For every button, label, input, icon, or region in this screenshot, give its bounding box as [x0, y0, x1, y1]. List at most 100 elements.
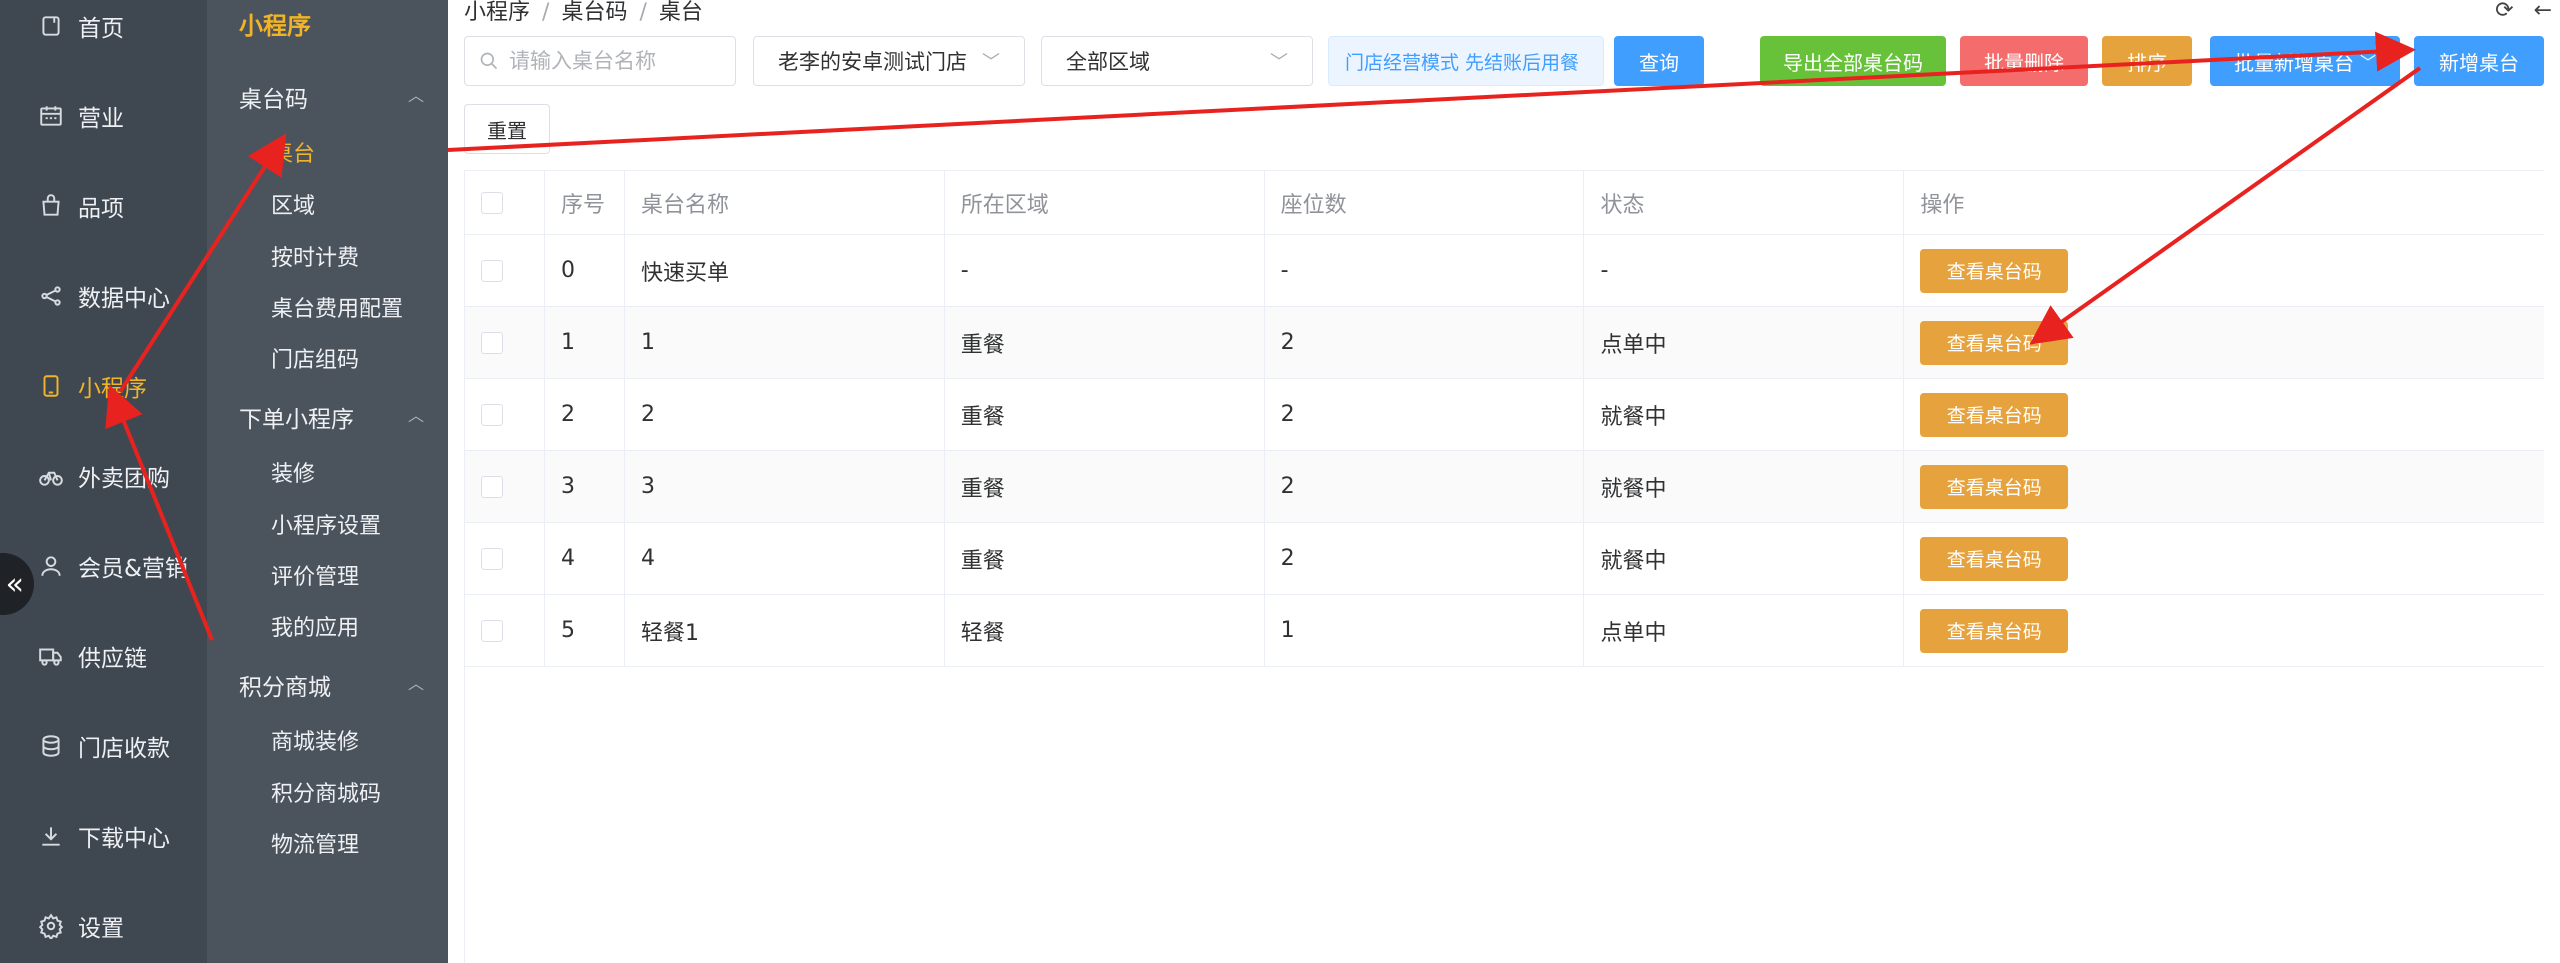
subnav-item-table[interactable]: 桌台	[271, 136, 315, 168]
user-icon	[36, 551, 66, 581]
nav-item-supply-chain[interactable]: 供应链	[36, 636, 147, 676]
header-select-all	[465, 171, 545, 234]
nav-item-products[interactable]: 品项	[36, 186, 124, 226]
download-icon	[36, 821, 66, 851]
collapse-sidebar-button[interactable]: «	[0, 553, 34, 615]
cell-no: 1	[545, 307, 625, 378]
view-table-code-button[interactable]: 查看桌台码	[1920, 608, 2069, 653]
table-row: 2 2 重餐 2 就餐中 查看桌台码	[465, 379, 2544, 451]
row-checkbox[interactable]	[481, 475, 503, 498]
row-checkbox[interactable]	[481, 619, 503, 642]
cell-seats: 2	[1265, 523, 1585, 594]
bag-icon	[36, 191, 66, 221]
cell-name: 4	[625, 523, 945, 594]
cell-seats: 2	[1265, 307, 1585, 378]
nav-item-download[interactable]: 下载中心	[36, 816, 170, 856]
truck-icon	[36, 641, 66, 671]
subnav-item-mall-decoration[interactable]: 商城装修	[271, 724, 359, 756]
cell-seats: 2	[1265, 379, 1585, 450]
view-table-code-button[interactable]: 查看桌台码	[1920, 320, 2069, 365]
row-checkbox[interactable]	[481, 547, 503, 570]
subnav-group-label: 下单小程序	[239, 407, 354, 433]
nav-item-label: 会员&营销	[78, 556, 188, 582]
cell-area: 重餐	[945, 379, 1265, 450]
database-icon	[36, 731, 66, 761]
subnav-item-points-mall-code[interactable]: 积分商城码	[271, 776, 381, 808]
tables-table: 序号 桌台名称 所在区域 座位数 状态 操作 0 快速买单 - - - 查看桌台…	[464, 170, 2544, 667]
share-icon	[36, 281, 66, 311]
column-header: 状态	[1584, 171, 1905, 234]
view-table-code-button[interactable]: 查看桌台码	[1920, 464, 2069, 509]
cell-name: 2	[625, 379, 945, 450]
cell-status: 点单中	[1584, 595, 1905, 666]
column-header: 座位数	[1265, 171, 1585, 234]
chevron-up-icon: ︿	[407, 86, 424, 105]
main-sidebar: 首页 营业 品项 数据中心 小程序 外卖团购 会员&营销 供应链 门店收款 下载…	[0, 0, 207, 963]
nav-item-label: 小程序	[78, 376, 147, 402]
cell-name: 轻餐1	[625, 595, 945, 666]
select-all-checkbox[interactable]	[481, 191, 503, 214]
gear-icon	[36, 911, 66, 941]
sub-sidebar: 小程序 桌台码 ︿ 桌台 区域 按时计费 桌台费用配置 门店组码 下单小程序 ︿…	[207, 0, 448, 963]
nav-item-label: 供应链	[78, 646, 147, 672]
table-row: 0 快速买单 - - - 查看桌台码	[465, 235, 2544, 307]
subnav-item-area[interactable]: 区域	[271, 188, 315, 220]
nav-item-label: 首页	[78, 16, 124, 42]
table-row: 4 4 重餐 2 就餐中 查看桌台码	[465, 523, 2544, 595]
bike-icon	[36, 461, 66, 491]
nav-item-miniprogram[interactable]: 小程序	[36, 366, 147, 406]
subnav-group-points-mall[interactable]: 积分商城	[239, 668, 331, 702]
subnav-item-my-apps[interactable]: 我的应用	[271, 610, 359, 642]
table-header-row: 序号 桌台名称 所在区域 座位数 状态 操作	[465, 171, 2544, 235]
subnav-item-logistics[interactable]: 物流管理	[271, 827, 359, 859]
nav-item-label: 下载中心	[78, 826, 170, 852]
cell-name: 快速买单	[625, 235, 945, 306]
subnav-title: 小程序	[239, 12, 311, 40]
subnav-item-reviews[interactable]: 评价管理	[271, 559, 359, 591]
nav-item-label: 设置	[78, 916, 124, 942]
tablet-icon	[36, 371, 66, 401]
chevron-up-icon: ︿	[407, 406, 424, 425]
subnav-group-label: 积分商城	[239, 675, 331, 701]
cell-no: 4	[545, 523, 625, 594]
nav-item-members[interactable]: 会员&营销	[36, 546, 188, 586]
table-area: 序号 桌台名称 所在区域 座位数 状态 操作 0 快速买单 - - - 查看桌台…	[448, 0, 2560, 963]
subnav-item-store-group-code[interactable]: 门店组码	[271, 342, 359, 374]
table-row: 1 1 重餐 2 点单中 查看桌台码	[465, 307, 2544, 379]
nav-item-delivery[interactable]: 外卖团购	[36, 456, 170, 496]
cell-area: 轻餐	[945, 595, 1265, 666]
cell-no: 0	[545, 235, 625, 306]
row-checkbox[interactable]	[481, 331, 503, 354]
nav-item-label: 品项	[78, 196, 124, 222]
subnav-group-table-code[interactable]: 桌台码	[239, 80, 308, 114]
table-row: 3 3 重餐 2 就餐中 查看桌台码	[465, 451, 2544, 523]
column-header: 桌台名称	[625, 171, 945, 234]
cell-status: 点单中	[1584, 307, 1905, 378]
nav-item-label: 门店收款	[78, 736, 170, 762]
nav-item-settings[interactable]: 设置	[36, 906, 124, 946]
view-table-code-button[interactable]: 查看桌台码	[1920, 536, 2069, 581]
view-table-code-button[interactable]: 查看桌台码	[1920, 392, 2069, 437]
home-icon	[36, 11, 66, 41]
cell-status: 就餐中	[1584, 523, 1905, 594]
cell-area: 重餐	[945, 451, 1265, 522]
nav-item-business[interactable]: 营业	[36, 96, 124, 136]
chevron-up-icon: ︿	[407, 674, 424, 693]
table-row: 5 轻餐1 轻餐 1 点单中 查看桌台码	[465, 595, 2544, 667]
subnav-item-hourly-billing[interactable]: 按时计费	[271, 240, 359, 272]
view-table-code-button[interactable]: 查看桌台码	[1920, 248, 2069, 293]
column-header: 操作	[1920, 192, 1965, 218]
cell-no: 2	[545, 379, 625, 450]
subnav-item-decoration[interactable]: 装修	[271, 456, 315, 488]
nav-item-data-center[interactable]: 数据中心	[36, 276, 170, 316]
row-checkbox[interactable]	[481, 403, 503, 426]
cell-seats: -	[1265, 235, 1585, 306]
column-header: 序号	[545, 171, 625, 234]
subnav-group-order-miniprogram[interactable]: 下单小程序	[239, 400, 354, 434]
row-checkbox[interactable]	[481, 259, 503, 282]
subnav-item-miniprogram-settings[interactable]: 小程序设置	[271, 508, 381, 540]
nav-item-store-payment[interactable]: 门店收款	[36, 726, 170, 766]
cell-area: 重餐	[945, 523, 1265, 594]
subnav-item-table-fee-config[interactable]: 桌台费用配置	[271, 291, 403, 323]
nav-item-home[interactable]: 首页	[36, 6, 124, 46]
